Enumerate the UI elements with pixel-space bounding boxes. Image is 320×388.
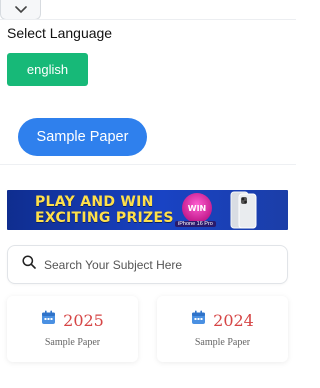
language-english-button[interactable]: english [7,53,88,86]
year-card-subtitle: Sample Paper [194,337,251,348]
top-divider [0,19,296,20]
section-divider [0,164,296,165]
year-label: 2024 [213,310,254,330]
collapse-toggle[interactable] [0,0,41,20]
chevron-down-icon [14,1,27,19]
year-card-2024[interactable]: 2024 Sample Paper [157,296,288,362]
calendar-icon [41,310,56,330]
phone-prize-icon [230,191,257,229]
year-card-2025[interactable]: 2025 Sample Paper [7,296,138,362]
year-card-subtitle: Sample Paper [44,337,101,348]
subject-search-box[interactable] [7,245,288,284]
search-icon [22,255,36,274]
language-label: Select Language [7,25,113,41]
search-input[interactable] [44,257,264,272]
prize-caption: iPhone 16 Pro [175,221,216,227]
year-label: 2025 [63,310,104,330]
banner-subheadline: EXCITING PRIZES [35,210,174,226]
promo-banner[interactable]: PLAY AND WIN EXCITING PRIZES WIN iPhone … [7,190,288,230]
calendar-icon [191,310,206,330]
banner-headline: PLAY AND WIN [35,194,154,210]
win-badge: WIN [182,193,212,223]
sample-paper-button[interactable]: Sample Paper [18,118,147,156]
